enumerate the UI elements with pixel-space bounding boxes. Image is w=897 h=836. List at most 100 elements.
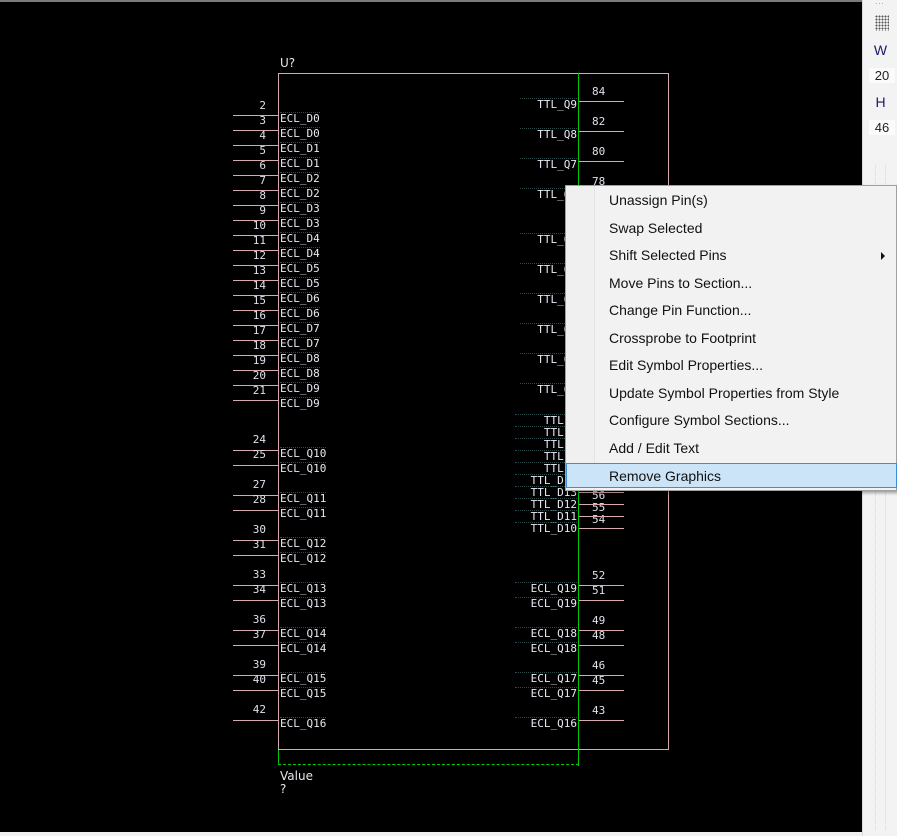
pin-name[interactable]: ECL_Q13: [280, 582, 327, 595]
menu-item-shift-selected-pins[interactable]: Shift Selected Pins: [567, 243, 895, 268]
pin-line[interactable]: [233, 720, 278, 721]
menu-item-crossprobe-to-footprint[interactable]: Crossprobe to Footprint: [567, 326, 895, 351]
menu-item-configure-symbol-sections[interactable]: Configure Symbol Sections...: [567, 408, 895, 433]
menu-item-label: Move Pins to Section...: [609, 274, 753, 291]
pin-line[interactable]: [579, 492, 624, 493]
pin-name[interactable]: ECL_Q18: [515, 627, 577, 640]
grid-icon[interactable]: [875, 15, 889, 31]
pin-name[interactable]: ECL_D3: [280, 202, 320, 215]
pin-name[interactable]: ECL_Q17: [515, 687, 577, 700]
pin-name[interactable]: ECL_Q19: [515, 597, 577, 610]
pin-name[interactable]: ECL_D7: [280, 337, 320, 350]
menu-item-remove-graphics[interactable]: Remove Graphics: [566, 463, 897, 488]
pin-line[interactable]: [579, 131, 624, 132]
pin-name[interactable]: TTL_Q7: [520, 158, 577, 171]
pin-line[interactable]: [233, 465, 278, 466]
pin-name[interactable]: TTL_Q8: [520, 128, 577, 141]
pin-number: 15: [252, 294, 266, 307]
pin-line[interactable]: [579, 645, 624, 646]
pin-name[interactable]: ECL_Q13: [280, 597, 327, 610]
pin-number: 84: [592, 85, 606, 98]
height-label: H: [875, 94, 886, 110]
pin-name[interactable]: ECL_Q19: [515, 582, 577, 595]
pin-name[interactable]: ECL_D1: [280, 142, 320, 155]
pin-line[interactable]: [579, 101, 624, 102]
menu-item-unassign-pin-s[interactable]: Unassign Pin(s): [567, 188, 895, 213]
menu-item-swap-selected[interactable]: Swap Selected: [567, 216, 895, 241]
pin-name[interactable]: ECL_Q16: [280, 717, 327, 730]
pin-line[interactable]: [579, 600, 624, 601]
pin-number: 10: [252, 219, 266, 232]
menu-item-add-edit-text[interactable]: Add / Edit Text: [567, 436, 895, 461]
pin-line[interactable]: [579, 528, 624, 529]
pin-name[interactable]: ECL_Q17: [515, 672, 577, 685]
width-value[interactable]: 20: [869, 68, 895, 83]
pin-name[interactable]: ECL_D4: [280, 247, 320, 260]
pin-number: 43: [592, 704, 606, 717]
pin-name[interactable]: ECL_D5: [280, 262, 320, 275]
pin-line[interactable]: [233, 555, 278, 556]
pin-name[interactable]: ECL_D8: [280, 352, 320, 365]
pin-name[interactable]: ECL_Q14: [280, 627, 327, 640]
pin-number: 46: [592, 659, 606, 672]
pin-name[interactable]: ECL_D2: [280, 187, 320, 200]
pin-line[interactable]: [579, 504, 624, 505]
refdes-label[interactable]: U?: [280, 56, 295, 70]
pin-name[interactable]: ECL_D8: [280, 367, 320, 380]
value-label[interactable]: Value ?: [280, 770, 313, 796]
pin-name[interactable]: ECL_Q11: [280, 492, 327, 505]
pin-name[interactable]: ECL_D2: [280, 172, 320, 185]
pin-name[interactable]: ECL_D3: [280, 217, 320, 230]
height-value[interactable]: 46: [869, 120, 895, 135]
pin-name[interactable]: ECL_Q16: [515, 717, 577, 730]
pin-name[interactable]: ECL_Q15: [280, 672, 327, 685]
pin-name[interactable]: ECL_D0: [280, 112, 320, 125]
pin-line[interactable]: [233, 400, 278, 401]
pin-number: 12: [252, 249, 266, 262]
pin-name[interactable]: ECL_D6: [280, 307, 320, 320]
pin-line[interactable]: [579, 161, 624, 162]
pin-number: 4: [259, 129, 266, 142]
pin-line[interactable]: [233, 645, 278, 646]
pin-line[interactable]: [579, 516, 624, 517]
menu-item-move-pins-to-section[interactable]: Move Pins to Section...: [567, 271, 895, 296]
pin-name[interactable]: TTL_Q9: [520, 98, 577, 111]
menu-item-label: Unassign Pin(s): [609, 192, 708, 208]
pin-number: 3: [259, 114, 266, 127]
pin-name[interactable]: ECL_D6: [280, 292, 320, 305]
pin-number: 14: [252, 279, 266, 292]
pin-number: 20: [252, 369, 266, 382]
pin-name[interactable]: ECL_D7: [280, 322, 320, 335]
pin-name[interactable]: ECL_Q10: [280, 447, 327, 460]
pin-number: 28: [252, 493, 266, 506]
pin-name[interactable]: ECL_Q10: [280, 462, 327, 475]
pin-name[interactable]: ECL_D1: [280, 157, 320, 170]
pin-name[interactable]: ECL_D5: [280, 277, 320, 290]
grip-icon[interactable]: ···: [875, 1, 889, 8]
menu-item-label: Edit Symbol Properties...: [609, 357, 764, 373]
pin-line[interactable]: [233, 600, 278, 601]
pin-name[interactable]: ECL_Q18: [515, 642, 577, 655]
menu-item-update-symbol-properties-from-style[interactable]: Update Symbol Properties from Style: [567, 381, 895, 406]
pin-line[interactable]: [579, 690, 624, 691]
pin-name[interactable]: ECL_Q12: [280, 537, 327, 550]
submenu-arrow-icon: [881, 252, 885, 260]
pin-line[interactable]: [579, 720, 624, 721]
menu-item-change-pin-function[interactable]: Change Pin Function...: [567, 298, 895, 323]
pin-name[interactable]: ECL_D0: [280, 127, 320, 140]
pin-name[interactable]: ECL_D4: [280, 232, 320, 245]
pin-name[interactable]: ECL_Q12: [280, 552, 327, 565]
pin-name[interactable]: ECL_Q11: [280, 507, 327, 520]
pin-name[interactable]: ECL_Q14: [280, 642, 327, 655]
pin-name[interactable]: ECL_Q15: [280, 687, 327, 700]
menu-item-edit-symbol-properties[interactable]: Edit Symbol Properties...: [567, 353, 895, 378]
pin-line[interactable]: [233, 690, 278, 691]
menu-item-label: Shift Selected Pins: [609, 247, 727, 263]
bottom-border: [0, 832, 862, 836]
menu-item-label: Remove Graphics: [609, 468, 722, 484]
pin-line[interactable]: [233, 510, 278, 511]
pin-number: 34: [252, 583, 266, 596]
pin-name[interactable]: ECL_D9: [280, 397, 320, 410]
pin-name[interactable]: ECL_D9: [280, 382, 320, 395]
pin-name[interactable]: TTL_D10: [515, 522, 577, 535]
